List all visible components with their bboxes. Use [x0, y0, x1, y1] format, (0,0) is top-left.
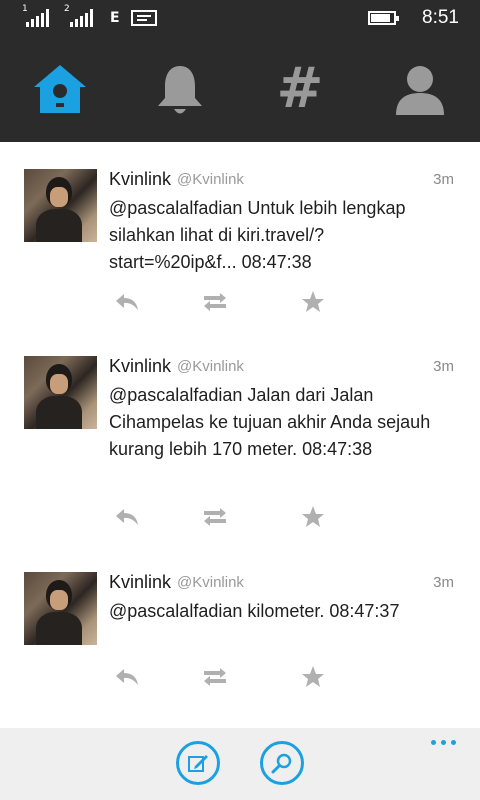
signal-strength-sim1-icon: 1	[22, 0, 49, 36]
hashtag-icon: #	[276, 56, 324, 121]
retweet-icon	[204, 508, 226, 526]
nav-profile[interactable]	[360, 36, 480, 142]
tweet-time: 3m	[433, 171, 454, 188]
reply-icon	[116, 294, 138, 310]
tweet-time: 3m	[433, 574, 454, 591]
reply-button[interactable]	[107, 502, 147, 532]
star-icon	[302, 666, 324, 687]
top-nav-bar: #	[0, 36, 480, 142]
favorite-button[interactable]	[293, 502, 333, 532]
clock: 8:51	[422, 7, 459, 28]
tweet-time: 3m	[433, 358, 454, 375]
tweet-author-handle: @Kvinlink	[177, 171, 244, 188]
tweet-author-name: Kvinlink	[109, 356, 172, 376]
nav-discover[interactable]: #	[240, 36, 360, 142]
network-type-label: E	[110, 10, 120, 26]
tweet-text: @pascalalfadian kilometer. 08:47:37	[109, 601, 400, 621]
favorite-button[interactable]	[293, 287, 333, 317]
retweet-icon	[204, 293, 226, 311]
retweet-icon	[204, 668, 226, 686]
search-icon	[271, 753, 292, 774]
compose-button[interactable]	[176, 741, 220, 785]
tweet-author-handle: @Kvinlink	[177, 358, 244, 375]
sim1-label: 1	[22, 4, 28, 14]
favorite-button[interactable]	[293, 662, 333, 692]
search-button[interactable]	[260, 741, 304, 785]
tweet-text: @pascalalfadian Untuk lebih lengkap sila…	[109, 198, 406, 272]
bell-icon	[158, 66, 202, 114]
app-bar	[0, 728, 480, 800]
retweet-button[interactable]	[195, 662, 235, 692]
star-icon	[302, 506, 324, 527]
more-options-button[interactable]	[431, 740, 456, 745]
reply-icon	[116, 669, 138, 685]
compose-icon	[188, 755, 208, 772]
message-icon	[131, 0, 157, 36]
retweet-button[interactable]	[195, 287, 235, 317]
signal-strength-sim2-icon: 2	[64, 0, 93, 36]
avatar[interactable]	[24, 572, 97, 645]
tweet-text: @pascalalfadian Jalan dari Jalan Cihampe…	[109, 385, 431, 459]
home-icon	[34, 65, 86, 113]
nav-home[interactable]	[0, 36, 120, 142]
timeline[interactable]: Kvinlink @Kvinlink 3m @pascalalfadian Un…	[0, 142, 480, 728]
star-icon	[302, 291, 324, 312]
ellipsis-icon	[431, 740, 436, 745]
avatar[interactable]	[24, 169, 97, 242]
person-icon	[396, 66, 444, 115]
tweet-author-handle: @Kvinlink	[177, 574, 244, 591]
battery-icon	[368, 0, 399, 36]
reply-button[interactable]	[107, 287, 147, 317]
tweet-author-name: Kvinlink	[109, 169, 172, 189]
status-bar: 1 2 E 8:51	[0, 0, 480, 36]
avatar[interactable]	[24, 356, 97, 429]
tweet-author-name: Kvinlink	[109, 572, 172, 592]
reply-icon	[116, 509, 138, 525]
retweet-button[interactable]	[195, 502, 235, 532]
reply-button[interactable]	[107, 662, 147, 692]
sim2-label: 2	[64, 4, 70, 14]
nav-notifications[interactable]	[120, 36, 240, 142]
